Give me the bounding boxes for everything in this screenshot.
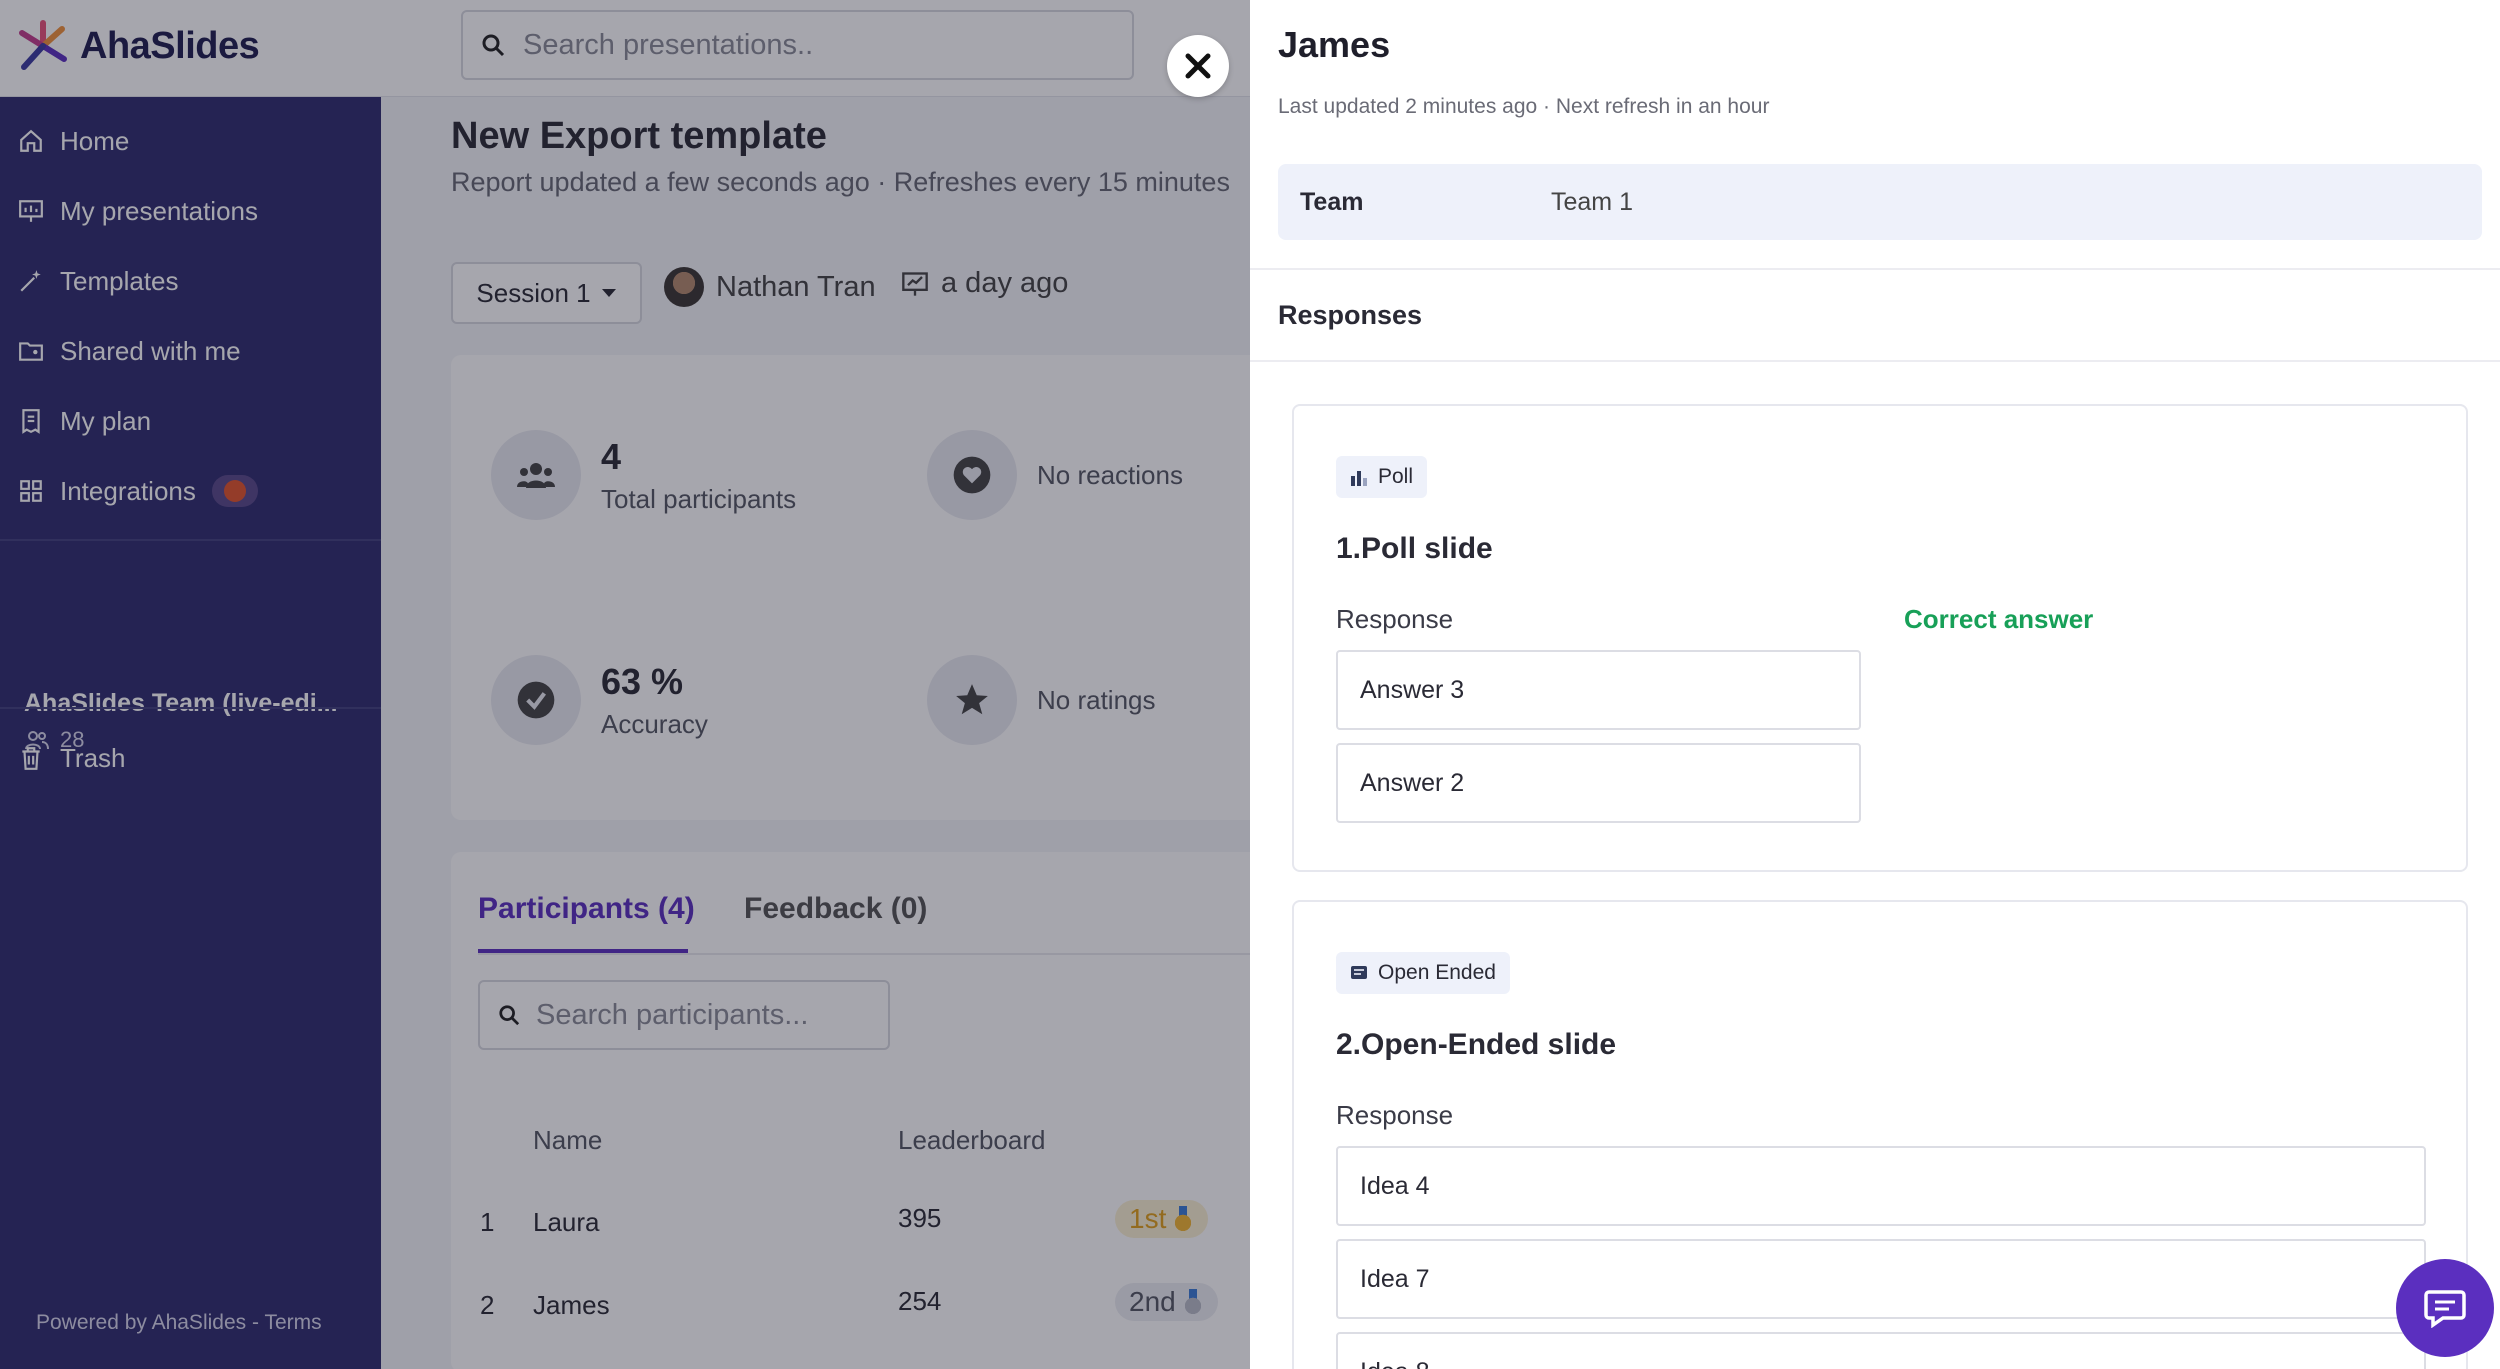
correct-answer-label: Correct answer	[1904, 604, 2094, 634]
question-card: Poll 1.Poll slide Response Correct answe…	[1292, 404, 2468, 872]
response-answer: Answer 2	[1336, 743, 1861, 823]
team-label: Team	[1300, 188, 1364, 216]
chat-support-button[interactable]	[2396, 1259, 2494, 1357]
response-label: Response	[1336, 1100, 1454, 1130]
team-value: Team 1	[1551, 188, 1633, 216]
question-type-tag: Poll	[1336, 456, 1428, 498]
response-answer: Idea 7	[1336, 1239, 2426, 1319]
response-answer: Idea 8	[1336, 1332, 2426, 1369]
open-ended-icon	[1351, 966, 1367, 979]
question-title: 2.Open-Ended slide	[1336, 1028, 1617, 1061]
question-card: Open Ended 2.Open-Ended slide Response I…	[1292, 900, 2468, 1369]
response-answer: Answer 3	[1336, 650, 1861, 730]
question-type-label: Open Ended	[1378, 961, 1496, 984]
participant-name-heading: James	[1278, 24, 1391, 65]
participant-detail-drawer: James Last updated 2 minutes ago · Next …	[1250, 0, 2500, 1369]
bar-chart-icon	[1351, 471, 1367, 486]
modal-backdrop[interactable]	[0, 0, 1250, 1369]
close-icon	[1185, 53, 1211, 79]
question-type-label: Poll	[1378, 465, 1414, 488]
question-type-tag: Open Ended	[1336, 952, 1510, 994]
divider	[1250, 268, 2500, 270]
question-title: 1.Poll slide	[1336, 532, 1493, 565]
responses-heading: Responses	[1278, 300, 1423, 330]
response-label: Response	[1336, 604, 1454, 634]
team-info: Team Team 1	[1278, 164, 2482, 240]
response-answer: Idea 4	[1336, 1146, 2426, 1226]
drawer-status: Last updated 2 minutes ago · Next refres…	[1278, 95, 1770, 118]
chat-icon	[2424, 1290, 2466, 1328]
close-drawer-button[interactable]	[1167, 35, 1229, 97]
divider	[1250, 360, 2500, 362]
